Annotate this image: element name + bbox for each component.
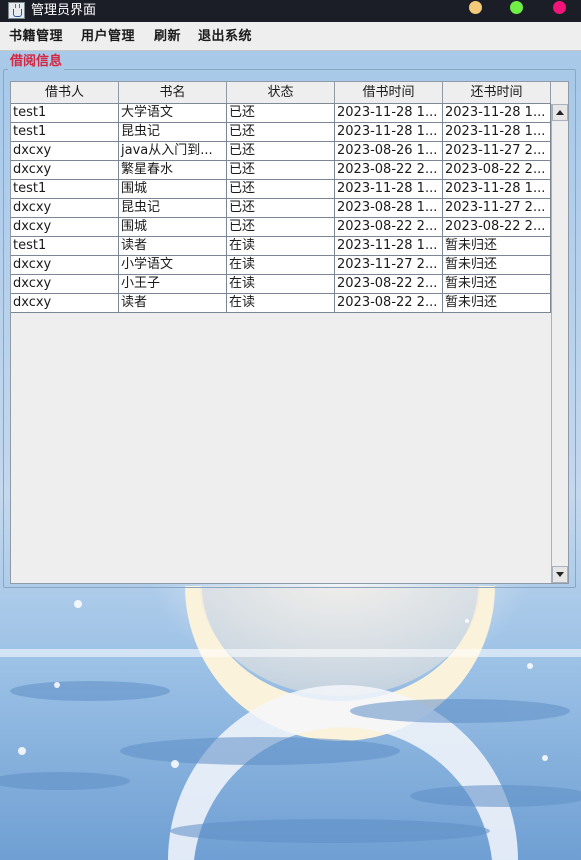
menu-book-management[interactable]: 书籍管理 <box>9 29 63 45</box>
cell-return-time[interactable]: 2023-11-27 2... <box>443 142 551 161</box>
cell-book-title[interactable]: 小学语文 <box>119 256 227 275</box>
column-header-borrow-time[interactable]: 借书时间 <box>335 82 443 103</box>
column-header-book-title[interactable]: 书名 <box>119 82 227 103</box>
java-cup-icon <box>8 2 25 19</box>
table-row[interactable]: dxcxy 昆虫记 已还 2023-08-28 1... 2023-11-27 … <box>11 199 551 218</box>
column-header-return-time[interactable]: 还书时间 <box>443 82 551 103</box>
cell-borrow-time[interactable]: 2023-11-28 1... <box>335 123 443 142</box>
arrow-down-icon <box>556 572 564 577</box>
cell-return-time[interactable]: 2023-08-22 2... <box>443 218 551 237</box>
table-header: 借书人 书名 状态 借书时间 还书时间 <box>11 82 551 104</box>
table-row[interactable]: dxcxy 小学语文 在读 2023-11-27 2... 暂未归还 <box>11 256 551 275</box>
minimize-button[interactable] <box>469 1 482 14</box>
cell-book-title[interactable]: 读者 <box>119 237 227 256</box>
cell-book-title[interactable]: 读者 <box>119 294 227 313</box>
cell-book-title[interactable]: 围城 <box>119 218 227 237</box>
cell-book-title[interactable]: java从入门到... <box>119 142 227 161</box>
cell-return-time[interactable]: 2023-11-28 1... <box>443 104 551 123</box>
cell-status[interactable]: 在读 <box>227 237 335 256</box>
cell-borrower[interactable]: dxcxy <box>11 256 119 275</box>
cell-borrow-time[interactable]: 2023-11-28 1... <box>335 180 443 199</box>
cell-book-title[interactable]: 昆虫记 <box>119 199 227 218</box>
cell-borrow-time[interactable]: 2023-11-27 2... <box>335 256 443 275</box>
cell-book-title[interactable]: 昆虫记 <box>119 123 227 142</box>
table-row[interactable]: dxcxy java从入门到... 已还 2023-08-26 1... 202… <box>11 142 551 161</box>
table-body: test1 大学语文 已还 2023-11-28 1... 2023-11-28… <box>11 104 551 313</box>
cell-borrower[interactable]: dxcxy <box>11 218 119 237</box>
cell-borrower[interactable]: dxcxy <box>11 199 119 218</box>
cell-status[interactable]: 在读 <box>227 256 335 275</box>
cell-status[interactable]: 已还 <box>227 218 335 237</box>
admin-window: 管理员界面 书籍管理 用户管理 刷新 退出系统 借阅信息 借书人 书名 状态 借… <box>0 0 581 860</box>
cell-borrow-time[interactable]: 2023-08-22 2... <box>335 161 443 180</box>
cell-borrow-time[interactable]: 2023-11-28 1... <box>335 104 443 123</box>
table-row[interactable]: dxcxy 小王子 在读 2023-08-22 2... 暂未归还 <box>11 275 551 294</box>
table-row[interactable]: dxcxy 读者 在读 2023-08-22 2... 暂未归还 <box>11 294 551 313</box>
cell-borrower[interactable]: dxcxy <box>11 294 119 313</box>
cell-borrower[interactable]: dxcxy <box>11 142 119 161</box>
cell-status[interactable]: 已还 <box>227 123 335 142</box>
cell-book-title[interactable]: 围城 <box>119 180 227 199</box>
close-button[interactable] <box>553 1 566 14</box>
cell-book-title[interactable]: 小王子 <box>119 275 227 294</box>
table-row[interactable]: test1 昆虫记 已还 2023-11-28 1... 2023-11-28 … <box>11 123 551 142</box>
cell-status[interactable]: 在读 <box>227 275 335 294</box>
cell-borrow-time[interactable]: 2023-08-26 1... <box>335 142 443 161</box>
column-header-borrower[interactable]: 借书人 <box>11 82 119 103</box>
cell-status[interactable]: 已还 <box>227 199 335 218</box>
cell-return-time[interactable]: 暂未归还 <box>443 294 551 313</box>
menu-exit-system[interactable]: 退出系统 <box>198 29 252 45</box>
title-bar: 管理员界面 <box>0 0 581 22</box>
scroll-down-button[interactable] <box>552 566 568 583</box>
borrow-table-scrollpane: 借书人 书名 状态 借书时间 还书时间 test1 大学语文 已还 2023-1… <box>10 81 569 584</box>
table-row[interactable]: dxcxy 围城 已还 2023-08-22 2... 2023-08-22 2… <box>11 218 551 237</box>
cell-borrower[interactable]: test1 <box>11 104 119 123</box>
cell-status[interactable]: 已还 <box>227 180 335 199</box>
cell-borrower[interactable]: test1 <box>11 180 119 199</box>
table-row[interactable]: test1 围城 已还 2023-11-28 1... 2023-11-28 1… <box>11 180 551 199</box>
cell-status[interactable]: 已还 <box>227 104 335 123</box>
cell-borrow-time[interactable]: 2023-08-28 1... <box>335 199 443 218</box>
cell-borrow-time[interactable]: 2023-08-22 2... <box>335 218 443 237</box>
cell-borrower[interactable]: test1 <box>11 123 119 142</box>
cell-return-time[interactable]: 暂未归还 <box>443 256 551 275</box>
cell-status[interactable]: 已还 <box>227 142 335 161</box>
cell-borrower[interactable]: dxcxy <box>11 275 119 294</box>
cell-book-title[interactable]: 繁星春水 <box>119 161 227 180</box>
menu-bar: 书籍管理 用户管理 刷新 退出系统 <box>0 22 581 51</box>
cell-return-time[interactable]: 暂未归还 <box>443 275 551 294</box>
cell-status[interactable]: 已还 <box>227 161 335 180</box>
maximize-button[interactable] <box>510 1 523 14</box>
cell-status[interactable]: 在读 <box>227 294 335 313</box>
table-row[interactable]: test1 大学语文 已还 2023-11-28 1... 2023-11-28… <box>11 104 551 123</box>
cell-borrow-time[interactable]: 2023-08-22 2... <box>335 294 443 313</box>
cell-return-time[interactable]: 2023-08-22 2... <box>443 161 551 180</box>
arrow-up-icon <box>556 110 564 115</box>
cell-return-time[interactable]: 2023-11-27 2... <box>443 199 551 218</box>
menu-refresh[interactable]: 刷新 <box>154 29 181 45</box>
menu-user-management[interactable]: 用户管理 <box>81 29 135 45</box>
column-header-status[interactable]: 状态 <box>227 82 335 103</box>
table-row[interactable]: dxcxy 繁星春水 已还 2023-08-22 2... 2023-08-22… <box>11 161 551 180</box>
cell-return-time[interactable]: 暂未归还 <box>443 237 551 256</box>
cell-borrower[interactable]: dxcxy <box>11 161 119 180</box>
cell-return-time[interactable]: 2023-11-28 1... <box>443 180 551 199</box>
cell-book-title[interactable]: 大学语文 <box>119 104 227 123</box>
window-title: 管理员界面 <box>31 3 97 18</box>
cell-borrow-time[interactable]: 2023-11-28 1... <box>335 237 443 256</box>
cell-borrow-time[interactable]: 2023-08-22 2... <box>335 275 443 294</box>
vertical-scrollbar[interactable] <box>551 104 568 583</box>
cell-borrower[interactable]: test1 <box>11 237 119 256</box>
scroll-up-button[interactable] <box>552 104 568 121</box>
cell-return-time[interactable]: 2023-11-28 1... <box>443 123 551 142</box>
table-row[interactable]: test1 读者 在读 2023-11-28 1... 暂未归还 <box>11 237 551 256</box>
panel-title: 借阅信息 <box>8 54 65 70</box>
